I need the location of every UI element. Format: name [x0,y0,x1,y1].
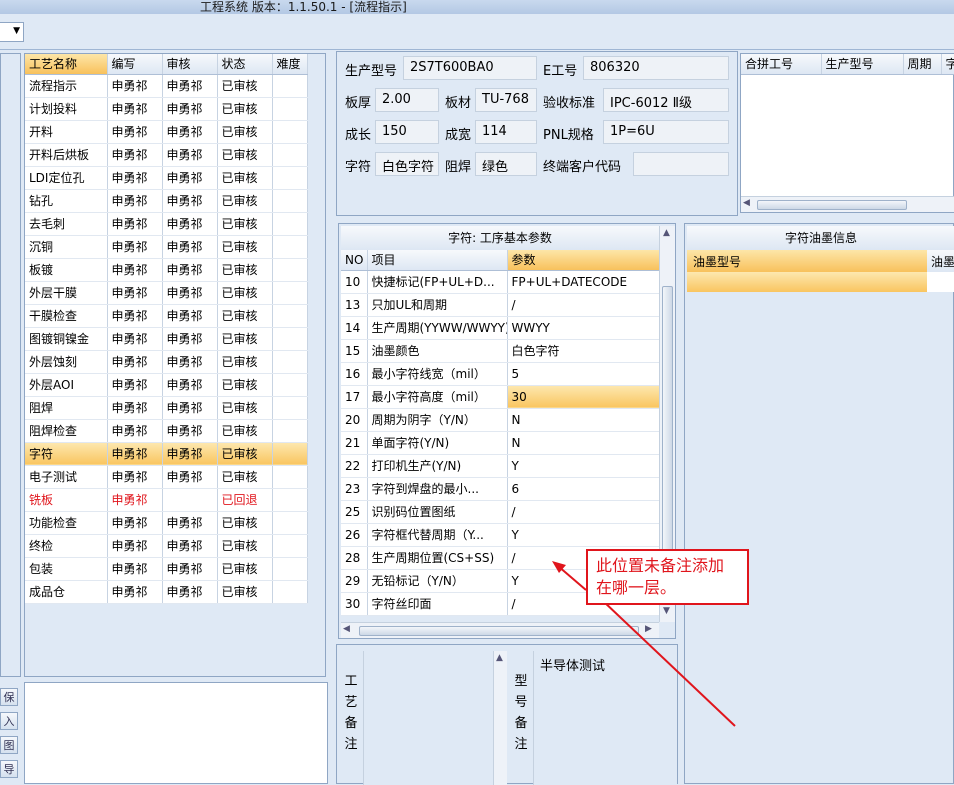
annotation-arrows [552,561,736,727]
arrow-line-down [601,599,736,727]
annotation-callout: 此位置未备注添加在哪一层。 [586,549,749,605]
arrow-line-up [557,565,587,591]
